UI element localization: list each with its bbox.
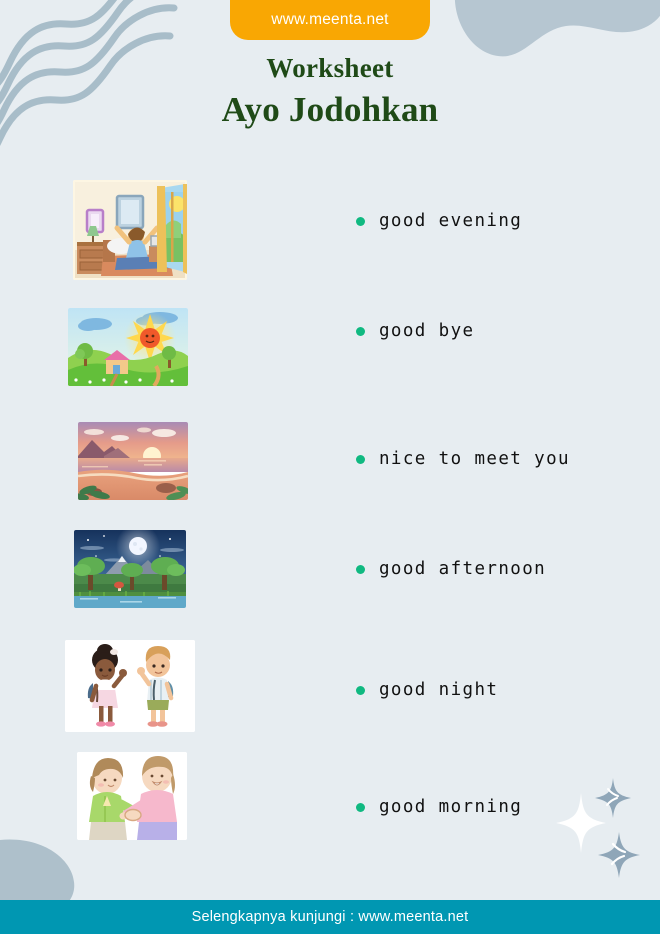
answer-bullet-icon bbox=[356, 685, 365, 695]
title-line-worksheet: Worksheet bbox=[266, 53, 394, 83]
answer-good-evening[interactable]: good evening bbox=[356, 211, 522, 231]
url-badge: www.meenta.net bbox=[230, 0, 430, 40]
picture-kids-waving[interactable] bbox=[65, 640, 195, 732]
answer-label: nice to meet you bbox=[379, 449, 570, 469]
answer-bullet-icon bbox=[356, 454, 365, 464]
answers-column: good evening good bye nice to meet you g… bbox=[330, 160, 660, 860]
answer-good-afternoon[interactable]: good afternoon bbox=[356, 559, 546, 579]
answer-label: good morning bbox=[379, 797, 523, 817]
answer-label: good night bbox=[379, 680, 499, 700]
answer-good-morning[interactable]: good morning bbox=[356, 797, 522, 817]
answer-label: good afternoon bbox=[379, 559, 547, 579]
answer-good-bye[interactable]: good bye bbox=[356, 321, 475, 341]
picture-handshake[interactable] bbox=[77, 752, 187, 840]
answer-label: good evening bbox=[379, 211, 523, 231]
footer-text: Selengkapnya kunjungi : www.meenta.net bbox=[191, 909, 469, 925]
pictures-column bbox=[0, 160, 330, 860]
worksheet-page: www.meenta.net Worksheet Ayo Jodohkan go… bbox=[0, 0, 660, 934]
picture-waking-up-bedroom[interactable] bbox=[73, 180, 187, 280]
url-badge-text: www.meenta.net bbox=[271, 11, 389, 28]
answer-bullet-icon bbox=[356, 326, 365, 336]
answer-bullet-icon bbox=[356, 216, 365, 226]
answer-nice-to-meet-you[interactable]: nice to meet you bbox=[356, 449, 570, 469]
answer-label: good bye bbox=[379, 321, 475, 341]
sparkle-small-top-icon bbox=[595, 778, 631, 818]
picture-night-moon[interactable] bbox=[74, 530, 186, 608]
sparkle-small-bottom-icon bbox=[598, 832, 640, 878]
picture-sunny-landscape[interactable] bbox=[68, 308, 188, 386]
page-title: Worksheet Ayo Jodohkan bbox=[0, 53, 660, 130]
matching-board: good evening good bye nice to meet you g… bbox=[0, 160, 660, 860]
answer-bullet-icon bbox=[356, 802, 365, 812]
picture-sunset-beach[interactable] bbox=[78, 422, 188, 500]
footer-bar: Selengkapnya kunjungi : www.meenta.net bbox=[0, 900, 660, 934]
title-line-ayo-jodohkan: Ayo Jodohkan bbox=[221, 89, 439, 129]
answer-bullet-icon bbox=[356, 564, 365, 574]
answer-good-night[interactable]: good night bbox=[356, 680, 498, 700]
